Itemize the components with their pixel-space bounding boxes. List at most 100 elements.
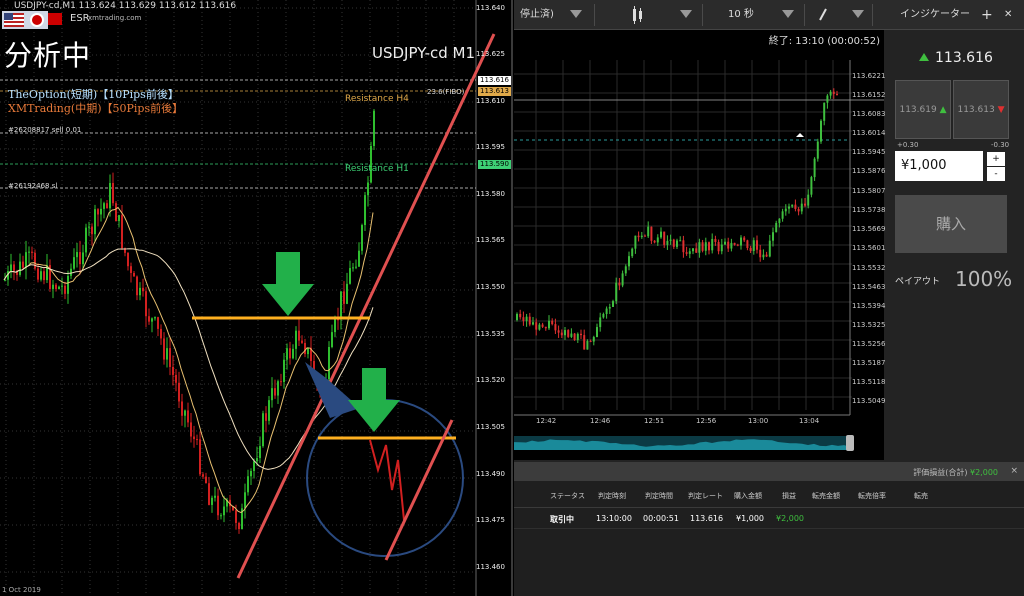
price-axis-label: 113.5187 xyxy=(852,359,886,367)
expiry-time-cell: 13:10:00 xyxy=(596,514,632,523)
candle-body xyxy=(331,332,333,348)
indicator-menu[interactable]: インジケーター xyxy=(900,0,970,30)
column-header: ステータス xyxy=(550,492,585,500)
candle-body xyxy=(292,348,294,359)
positions-table: ステータス 判定時刻 判定時間 判定レート 購入金額 損益 転売金額 転売倍率 … xyxy=(514,481,1024,596)
candle-body xyxy=(70,268,72,276)
candle-body xyxy=(756,240,758,250)
candle-body xyxy=(800,203,803,212)
candle-body xyxy=(40,271,42,280)
pen-icon[interactable] xyxy=(818,0,828,30)
candlestick-icon[interactable] xyxy=(632,0,644,30)
candle-body xyxy=(82,252,84,265)
ask-price-tag: 113.613 xyxy=(478,87,511,96)
candle-body xyxy=(749,248,752,251)
candle-body xyxy=(274,388,276,396)
candle-body xyxy=(743,237,746,241)
close-icon[interactable]: × xyxy=(1010,466,1018,476)
candle-body xyxy=(277,381,279,396)
candle-body xyxy=(602,313,605,318)
currency-flags-icon xyxy=(2,11,48,29)
amount-input[interactable]: ¥1,000 xyxy=(895,151,983,181)
candle-body xyxy=(679,240,682,242)
analysis-label: 分析中 xyxy=(4,39,92,72)
price-axis-label: 113.5256 xyxy=(852,340,886,348)
amount-decrease-button[interactable]: - xyxy=(987,167,1005,181)
price-axis-label: 113.5049 xyxy=(852,397,886,405)
candle-body xyxy=(676,240,678,247)
candle-body xyxy=(217,495,219,516)
candle-body xyxy=(178,382,180,402)
candle-body xyxy=(364,195,366,226)
candle-body xyxy=(586,341,589,350)
chevron-down-icon[interactable] xyxy=(852,10,864,18)
low-quote-button[interactable]: 113.613 ▼ xyxy=(953,80,1009,139)
up-arrow-icon xyxy=(919,53,929,61)
price-axis-label: 113.565 xyxy=(476,236,505,244)
candle-body xyxy=(142,287,144,292)
candle-body xyxy=(238,522,240,530)
candle-body xyxy=(672,239,675,247)
candle-body xyxy=(583,335,586,350)
plus-icon[interactable]: + xyxy=(981,0,993,30)
candle-body xyxy=(682,240,685,253)
candle-body xyxy=(538,324,541,330)
column-header: 転売倍率 xyxy=(858,492,886,500)
payout-value: 100% xyxy=(955,267,1013,291)
candle-body xyxy=(202,474,204,477)
candle-body xyxy=(247,476,249,493)
candle-body xyxy=(820,120,822,142)
order-line-label: #26208817 sell 0.01 xyxy=(8,126,82,134)
candle-body xyxy=(157,317,159,329)
candle-body xyxy=(109,183,111,209)
candle-body xyxy=(262,413,264,447)
candle-body xyxy=(112,183,114,204)
candle-body xyxy=(361,225,363,251)
candle-body xyxy=(704,242,707,251)
candle-body xyxy=(295,330,297,349)
price-axis-label: 113.490 xyxy=(476,470,505,478)
candle-body xyxy=(618,282,621,286)
buy-button[interactable]: 購入 xyxy=(895,195,1007,253)
timeframe-select[interactable]: 10 秒 xyxy=(728,0,754,30)
candle-body xyxy=(528,316,531,325)
high-quote-button[interactable]: 113.619 ▲ xyxy=(895,80,951,139)
candle-body xyxy=(154,317,156,319)
candle-body xyxy=(304,342,306,355)
chevron-down-icon[interactable] xyxy=(782,10,794,18)
candle-body xyxy=(637,235,640,238)
candle-body xyxy=(163,338,165,360)
candle-body xyxy=(608,306,611,309)
amount-increase-button[interactable]: + xyxy=(987,152,1005,166)
candle-body xyxy=(567,330,570,337)
price-chart-canvas[interactable] xyxy=(514,30,884,460)
candle-body xyxy=(58,286,60,289)
candle-body xyxy=(298,330,300,341)
price-chart[interactable]: 終了: 13:10 (00:00:52) 113.6221 113.6152 1… xyxy=(514,30,885,460)
candle-body xyxy=(85,227,87,253)
stoploss-line-label: #26192468 sl xyxy=(8,182,58,190)
candle-body xyxy=(340,291,342,320)
chevron-down-icon[interactable] xyxy=(570,10,582,18)
candle-body xyxy=(346,283,348,304)
down-arrow-icon: ▼ xyxy=(997,105,1005,115)
price-axis-label: 113.5325 xyxy=(852,321,886,329)
zoom-pointer xyxy=(305,362,360,418)
candle-body xyxy=(714,238,717,242)
price-axis-label: 113.640 xyxy=(476,4,505,12)
price-axis-label: 113.5394 xyxy=(852,302,886,310)
candle-body xyxy=(669,239,672,241)
close-icon[interactable]: ✕ xyxy=(1004,0,1012,30)
chevron-down-icon[interactable] xyxy=(680,10,692,18)
candle-body xyxy=(788,206,790,209)
indicator-label-mid: XMTrading(中期)【50Pips前後】 xyxy=(8,102,184,115)
column-header: 判定時間 xyxy=(645,492,673,500)
remaining-time-cell: 00:00:51 xyxy=(643,514,679,523)
candle-body xyxy=(592,337,595,342)
candle-body xyxy=(172,366,174,375)
candle-body xyxy=(358,250,360,267)
mt4-chart-window[interactable]: USDJPY-cd,M1 113.624 113.629 113.612 113… xyxy=(0,0,513,596)
candle-body xyxy=(235,510,237,523)
time-axis-label: 12:56 xyxy=(696,417,717,425)
sort-filter[interactable]: 停止済) xyxy=(520,0,554,30)
